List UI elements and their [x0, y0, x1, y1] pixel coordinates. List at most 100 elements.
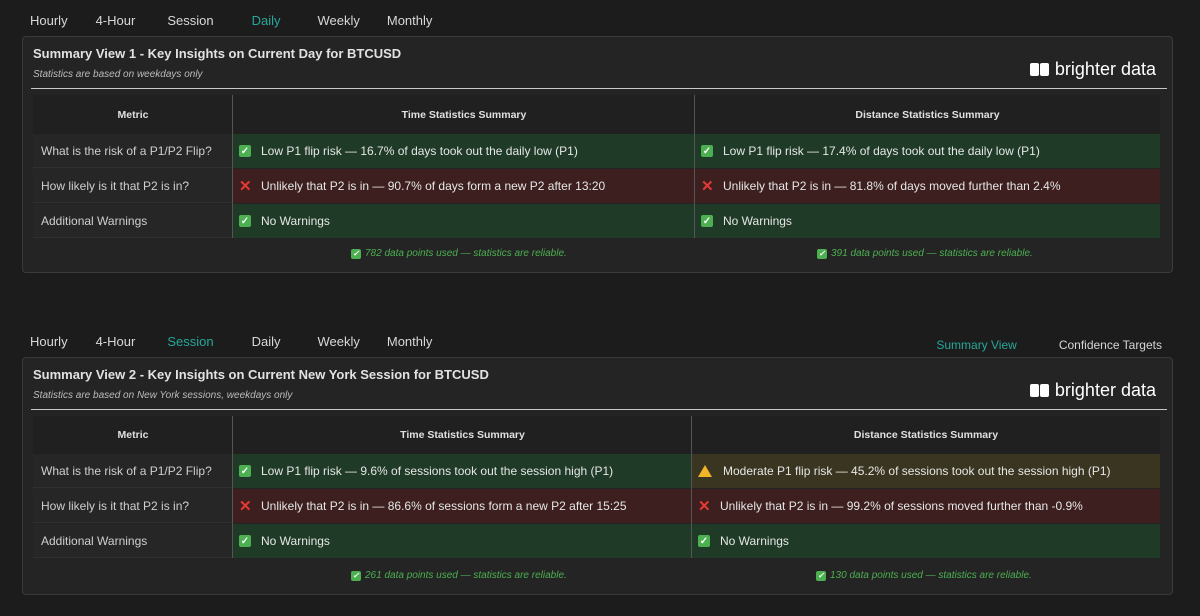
brand-logo: brighter data — [1029, 380, 1156, 401]
tab-hourly[interactable]: Hourly — [30, 13, 68, 28]
panel-title: Summary View 2 - Key Insights on Current… — [33, 367, 489, 382]
divider — [31, 409, 1167, 410]
check-icon: ✓ — [701, 145, 713, 157]
time-cell: ✕ Unlikely that P2 is in — 90.7% of days … — [233, 169, 695, 203]
panel-subtitle: Statistics are based on New York session… — [33, 390, 293, 401]
check-icon: ✓ — [351, 248, 361, 259]
table-row: Additional Warnings ✓ No Warnings ✓ No War… — [33, 204, 1160, 238]
table-header-row: Metric Time Statistics Summary Distance … — [33, 416, 1160, 454]
check-icon: ✓ — [239, 215, 251, 227]
tab-weekly[interactable]: Weekly — [317, 13, 359, 28]
distance-cell: ✓ Low P1 flip risk — 17.4% of days took o… — [695, 134, 1160, 168]
tab-4-hour[interactable]: 4-Hour — [96, 334, 136, 349]
column-separator — [694, 95, 695, 238]
tab-hourly[interactable]: Hourly — [30, 334, 68, 349]
header-time: Time Statistics Summary — [233, 416, 692, 454]
cross-icon: ✕ — [701, 178, 714, 195]
time-text: Unlikely that P2 is in — 86.6% of sessio… — [261, 499, 627, 513]
column-separator — [232, 416, 233, 558]
time-cell: ✓ Low P1 flip risk — 9.6% of sessions too… — [233, 454, 692, 488]
metric-label: What is the risk of a P1/P2 Flip? — [33, 454, 233, 488]
brand-logo: brighter data — [1029, 59, 1156, 80]
tab-monthly[interactable]: Monthly — [387, 13, 433, 28]
brand-mark-icon — [1029, 63, 1049, 76]
column-separator — [691, 416, 692, 558]
header-time: Time Statistics Summary — [233, 95, 695, 134]
divider — [31, 88, 1167, 89]
time-footnote: ✓ 782 data points used — statistics are r… — [351, 248, 567, 259]
time-cell: ✓ No Warnings — [233, 204, 695, 238]
check-icon: ✓ — [351, 570, 361, 581]
warning-icon — [698, 465, 712, 477]
footnote-text: 261 data points used — statistics are re… — [365, 570, 567, 581]
table-row: Additional Warnings ✓ No Warnings ✓ No War… — [33, 524, 1160, 558]
metric-label: How likely is it that P2 is in? — [33, 169, 233, 203]
tab-session[interactable]: Session — [167, 13, 213, 28]
distance-cell: ✓ No Warnings — [695, 204, 1160, 238]
summary-panel-2: Summary View 2 - Key Insights on Current… — [22, 357, 1173, 595]
distance-footnote: ✓ 130 data points used — statistics are r… — [816, 570, 1032, 581]
tab-monthly[interactable]: Monthly — [387, 334, 433, 349]
tab-daily[interactable]: Daily — [252, 334, 281, 349]
header-distance: Distance Statistics Summary — [692, 416, 1160, 454]
distance-text: Low P1 flip risk — 17.4% of days took ou… — [723, 144, 1040, 158]
distance-text: No Warnings — [723, 214, 792, 228]
metric-label: Additional Warnings — [33, 204, 233, 238]
cross-icon: ✕ — [239, 178, 252, 195]
summary-panel-1: Summary View 1 - Key Insights on Current… — [22, 36, 1173, 273]
brand-name: brighter data — [1054, 59, 1156, 79]
timeframe-tabs-2: Hourly 4-Hour Session Daily Weekly Month… — [30, 334, 432, 349]
time-text: No Warnings — [261, 214, 330, 228]
footnote-text: 130 data points used — statistics are re… — [830, 570, 1032, 581]
time-cell: ✕ Unlikely that P2 is in — 86.6% of sessi… — [233, 489, 692, 523]
time-cell: ✓ Low P1 flip risk — 16.7% of days took o… — [233, 134, 695, 168]
panel-subtitle: Statistics are based on weekdays only — [33, 69, 203, 80]
distance-cell: Moderate P1 flip risk — 45.2% of session… — [692, 454, 1160, 488]
brand-name: brighter data — [1054, 380, 1156, 400]
tab-confidence-targets[interactable]: Confidence Targets — [1059, 338, 1162, 352]
metric-label: How likely is it that P2 is in? — [33, 489, 233, 523]
brand-mark-icon — [1029, 384, 1049, 397]
cross-icon: ✕ — [698, 498, 711, 515]
tab-session[interactable]: Session — [167, 334, 213, 349]
time-text: Unlikely that P2 is in — 90.7% of days f… — [261, 179, 606, 193]
time-text: No Warnings — [261, 534, 330, 548]
tab-weekly[interactable]: Weekly — [317, 334, 359, 349]
check-icon: ✓ — [239, 465, 251, 477]
distance-cell: ✕ Unlikely that P2 is in — 81.8% of days … — [695, 169, 1160, 203]
cross-icon: ✕ — [239, 498, 252, 515]
check-icon: ✓ — [239, 145, 251, 157]
check-icon: ✓ — [817, 248, 827, 259]
header-metric: Metric — [33, 95, 233, 134]
panel-title: Summary View 1 - Key Insights on Current… — [33, 46, 402, 61]
tab-4-hour[interactable]: 4-Hour — [96, 13, 136, 28]
footnote-text: 782 data points used — statistics are re… — [365, 248, 567, 259]
check-icon: ✓ — [816, 570, 826, 581]
footnote-text: 391 data points used — statistics are re… — [831, 248, 1033, 259]
distance-text: No Warnings — [720, 534, 789, 548]
table-row: What is the risk of a P1/P2 Flip? ✓ Low P… — [33, 134, 1160, 168]
distance-text: Unlikely that P2 is in — 81.8% of days m… — [723, 179, 1061, 193]
metric-label: What is the risk of a P1/P2 Flip? — [33, 134, 233, 168]
time-text: Low P1 flip risk — 16.7% of days took ou… — [261, 144, 578, 158]
table-row: What is the risk of a P1/P2 Flip? ✓ Low P… — [33, 454, 1160, 488]
distance-cell: ✓ No Warnings — [692, 524, 1160, 558]
time-text: Low P1 flip risk — 9.6% of sessions took… — [261, 464, 614, 478]
header-metric: Metric — [33, 416, 233, 454]
metric-label: Additional Warnings — [33, 524, 233, 558]
view-switch: Summary View Confidence Targets — [936, 338, 1162, 352]
time-cell: ✓ No Warnings — [233, 524, 692, 558]
check-icon: ✓ — [239, 535, 251, 547]
column-separator — [232, 95, 233, 238]
check-icon: ✓ — [701, 215, 713, 227]
tab-daily[interactable]: Daily — [252, 13, 281, 28]
check-icon: ✓ — [698, 535, 710, 547]
tab-summary-view[interactable]: Summary View — [936, 338, 1016, 352]
table-header-row: Metric Time Statistics Summary Distance … — [33, 95, 1160, 134]
distance-cell: ✕ Unlikely that P2 is in — 99.2% of sessi… — [692, 489, 1160, 523]
distance-text: Unlikely that P2 is in — 99.2% of sessio… — [720, 499, 1083, 513]
distance-footnote: ✓ 391 data points used — statistics are r… — [817, 248, 1033, 259]
header-distance: Distance Statistics Summary — [695, 95, 1160, 134]
table-row: How likely is it that P2 is in? ✕ Unlikel… — [33, 169, 1160, 203]
table-row: How likely is it that P2 is in? ✕ Unlikel… — [33, 489, 1160, 523]
